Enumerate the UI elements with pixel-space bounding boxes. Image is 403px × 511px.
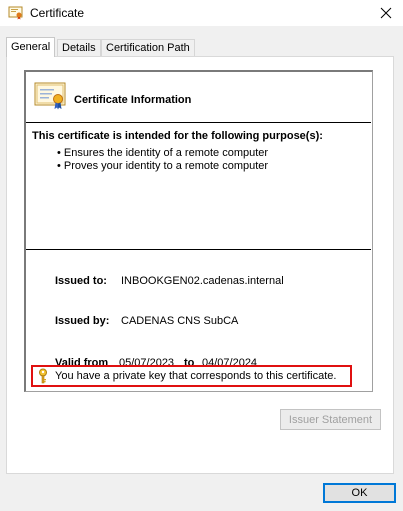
- close-button[interactable]: [369, 0, 403, 26]
- certificate-ribbon-icon: [34, 81, 68, 111]
- purpose-heading: This certificate is intended for the fol…: [32, 130, 323, 142]
- private-key-notice: You have a private key that corresponds …: [31, 365, 352, 387]
- ok-button[interactable]: OK: [323, 483, 396, 503]
- tab-details[interactable]: Details: [57, 39, 101, 56]
- certificate-info-title: Certificate Information: [74, 94, 192, 106]
- purpose-list: Ensures the identity of a remote compute…: [57, 147, 268, 173]
- general-tab-panel: Certificate Information This certificate…: [6, 56, 394, 474]
- tab-general[interactable]: General: [6, 37, 56, 57]
- title-bar: Certificate: [0, 0, 403, 26]
- issued-by-value: CADENAS CNS SubCA: [121, 315, 239, 327]
- certificate-info-box: Certificate Information This certificate…: [24, 70, 373, 392]
- window-title: Certificate: [30, 6, 85, 20]
- purpose-item: Proves your identity to a remote compute…: [57, 160, 268, 173]
- certificate-icon: [8, 6, 24, 20]
- issuer-statement-button[interactable]: Issuer Statement: [280, 409, 381, 430]
- divider: [26, 122, 371, 123]
- key-icon: [37, 368, 49, 384]
- divider: [26, 249, 371, 250]
- close-icon: [380, 7, 392, 19]
- private-key-text: You have a private key that corresponds …: [55, 370, 337, 382]
- issued-by-label: Issued by:: [55, 315, 110, 327]
- issued-to-label: Issued to:: [55, 275, 107, 287]
- issued-to-value: INBOOKGEN02.cadenas.internal: [121, 275, 284, 287]
- purpose-item: Ensures the identity of a remote compute…: [57, 147, 268, 160]
- tab-certification-path[interactable]: Certification Path: [101, 39, 195, 56]
